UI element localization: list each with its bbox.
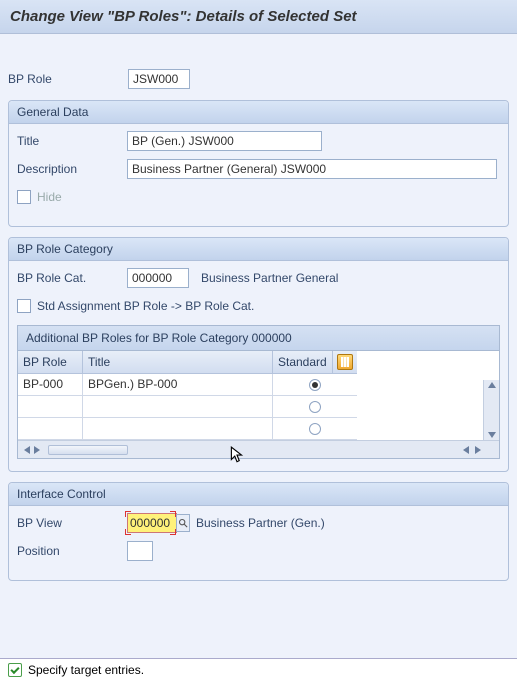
bp-view-label: BP View [17,516,127,530]
bp-role-cat-label: BP Role Cat. [17,271,127,285]
page-left-icon [463,446,469,454]
scroll-thumb[interactable] [48,445,128,455]
std-assignment-checkbox[interactable] [17,299,31,313]
cell-standard[interactable] [273,418,357,440]
status-message: Specify target entries. [28,663,144,677]
standard-radio[interactable] [309,379,321,391]
position-field[interactable] [127,541,153,561]
standard-radio[interactable] [309,423,321,435]
position-label: Position [17,544,127,558]
title-field[interactable] [127,131,322,151]
bp-role-cat-field[interactable] [127,268,189,288]
hide-label: Hide [37,190,62,204]
cell-bprole[interactable] [18,396,83,418]
description-field[interactable] [127,159,497,179]
group-interface-control: Interface Control BP View Business Partn… [8,482,509,581]
bp-role-label: BP Role [8,72,128,86]
scroll-down-icon [488,432,496,438]
scroll-up-icon [488,382,496,388]
scroll-left-icon [24,446,30,454]
bp-view-field-wrap [127,513,190,533]
status-ok-icon [8,663,22,677]
group-title-interface: Interface Control [9,483,508,506]
description-label: Description [17,162,127,176]
cell-title[interactable] [83,396,273,418]
search-icon [178,518,188,528]
group-bp-role-category: BP Role Category BP Role Cat. Business P… [8,237,509,472]
cell-bprole[interactable]: BP-000 [18,374,83,396]
th-title[interactable]: Title [83,351,273,374]
table-title: Additional BP Roles for BP Role Category… [18,326,499,351]
page-right-icon [475,446,481,454]
toolbar-area [0,34,517,62]
cell-bprole[interactable] [18,418,83,440]
page-title: Change View "BP Roles": Details of Selec… [0,0,517,34]
scroll-right-icon [34,446,40,454]
additional-roles-table: Additional BP Roles for BP Role Category… [17,325,500,459]
group-title-general: General Data [9,101,508,124]
standard-radio[interactable] [309,401,321,413]
bp-view-text: Business Partner (Gen.) [190,516,325,530]
bp-role-field[interactable] [128,69,190,89]
group-title-category: BP Role Category [9,238,508,261]
th-bprole[interactable]: BP Role [18,351,83,374]
bp-role-cat-text: Business Partner General [189,271,338,285]
cell-standard[interactable] [273,396,357,418]
group-general-data: General Data Title Description Hide [8,100,509,227]
hide-checkbox[interactable] [17,190,31,204]
cell-standard[interactable] [273,374,357,396]
cursor-icon [230,446,244,464]
status-bar: Specify target entries. [0,658,517,681]
table-vscroll[interactable] [483,380,499,440]
th-standard[interactable]: Standard [273,351,333,374]
cell-title[interactable]: BPGen.) BP-000 [83,374,273,396]
cell-title[interactable] [83,418,273,440]
table-hscroll[interactable] [18,440,499,458]
std-assignment-label: Std Assignment BP Role -> BP Role Cat. [37,299,262,313]
title-label: Title [17,134,127,148]
table-config-button[interactable] [333,351,357,374]
f4-help-button[interactable] [176,514,190,532]
columns-icon [337,354,353,370]
